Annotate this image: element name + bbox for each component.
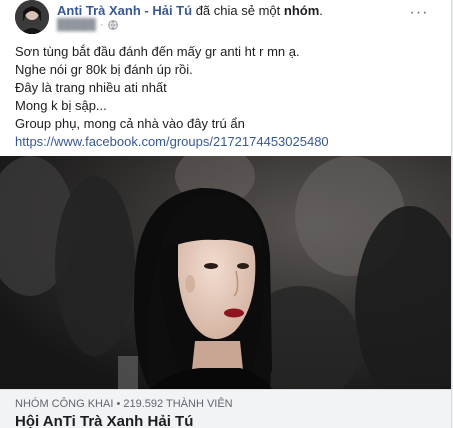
meta-separator: · [99, 19, 104, 31]
post-meta: █████ · [57, 19, 118, 31]
ellipsis-icon[interactable]: ··· [407, 3, 431, 23]
group-member-count: 219.592 THÀNH VIÊN [123, 398, 233, 410]
action-object[interactable]: nhóm [284, 3, 319, 18]
body-line: Group phụ, mong cả nhà vào đây trú ẩn [15, 116, 245, 131]
body-line: Sơn tùng bắt đầu đánh đến mấy gr anti ht… [15, 44, 300, 59]
author-avatar[interactable] [15, 0, 49, 34]
action-text: đã chia sẻ một [195, 3, 281, 18]
shared-post-card: Anti Trà Xanh - Hải Tú đã chia sẻ một nh… [0, 0, 452, 428]
title-period: . [319, 3, 323, 18]
shared-group-footer[interactable]: NHÓM CÔNG KHAI • 219.592 THÀNH VIÊN Hội … [0, 389, 451, 428]
group-meta: NHÓM CÔNG KHAI • 219.592 THÀNH VIÊN [15, 398, 233, 410]
meta-dot: • [116, 398, 121, 410]
post-title-line: Anti Trà Xanh - Hải Tú đã chia sẻ một nh… [57, 3, 323, 18]
shared-group-photo[interactable] [0, 156, 451, 389]
group-privacy: NHÓM CÔNG KHAI [15, 398, 114, 410]
body-line: Nghe nói gr 80k bị đánh úp rồi. [15, 62, 193, 77]
post-header: Anti Trà Xanh - Hải Tú đã chia sẻ một nh… [0, 0, 451, 36]
post-timestamp-blurred[interactable]: █████ [57, 19, 96, 31]
body-line: Đây là trang nhiều ati nhất [15, 80, 167, 95]
group-link[interactable]: https://www.facebook.com/groups/21721744… [15, 133, 445, 151]
author-name-link[interactable]: Anti Trà Xanh - Hải Tú [57, 3, 192, 18]
group-name-link[interactable]: Hội AnTi Trà Xanh Hải Tú [15, 413, 193, 428]
post-body: Sơn tùng bắt đầu đánh đến mấy gr anti ht… [15, 43, 445, 151]
body-line: Mong k bị sập... [15, 98, 107, 113]
globe-icon [107, 20, 118, 30]
